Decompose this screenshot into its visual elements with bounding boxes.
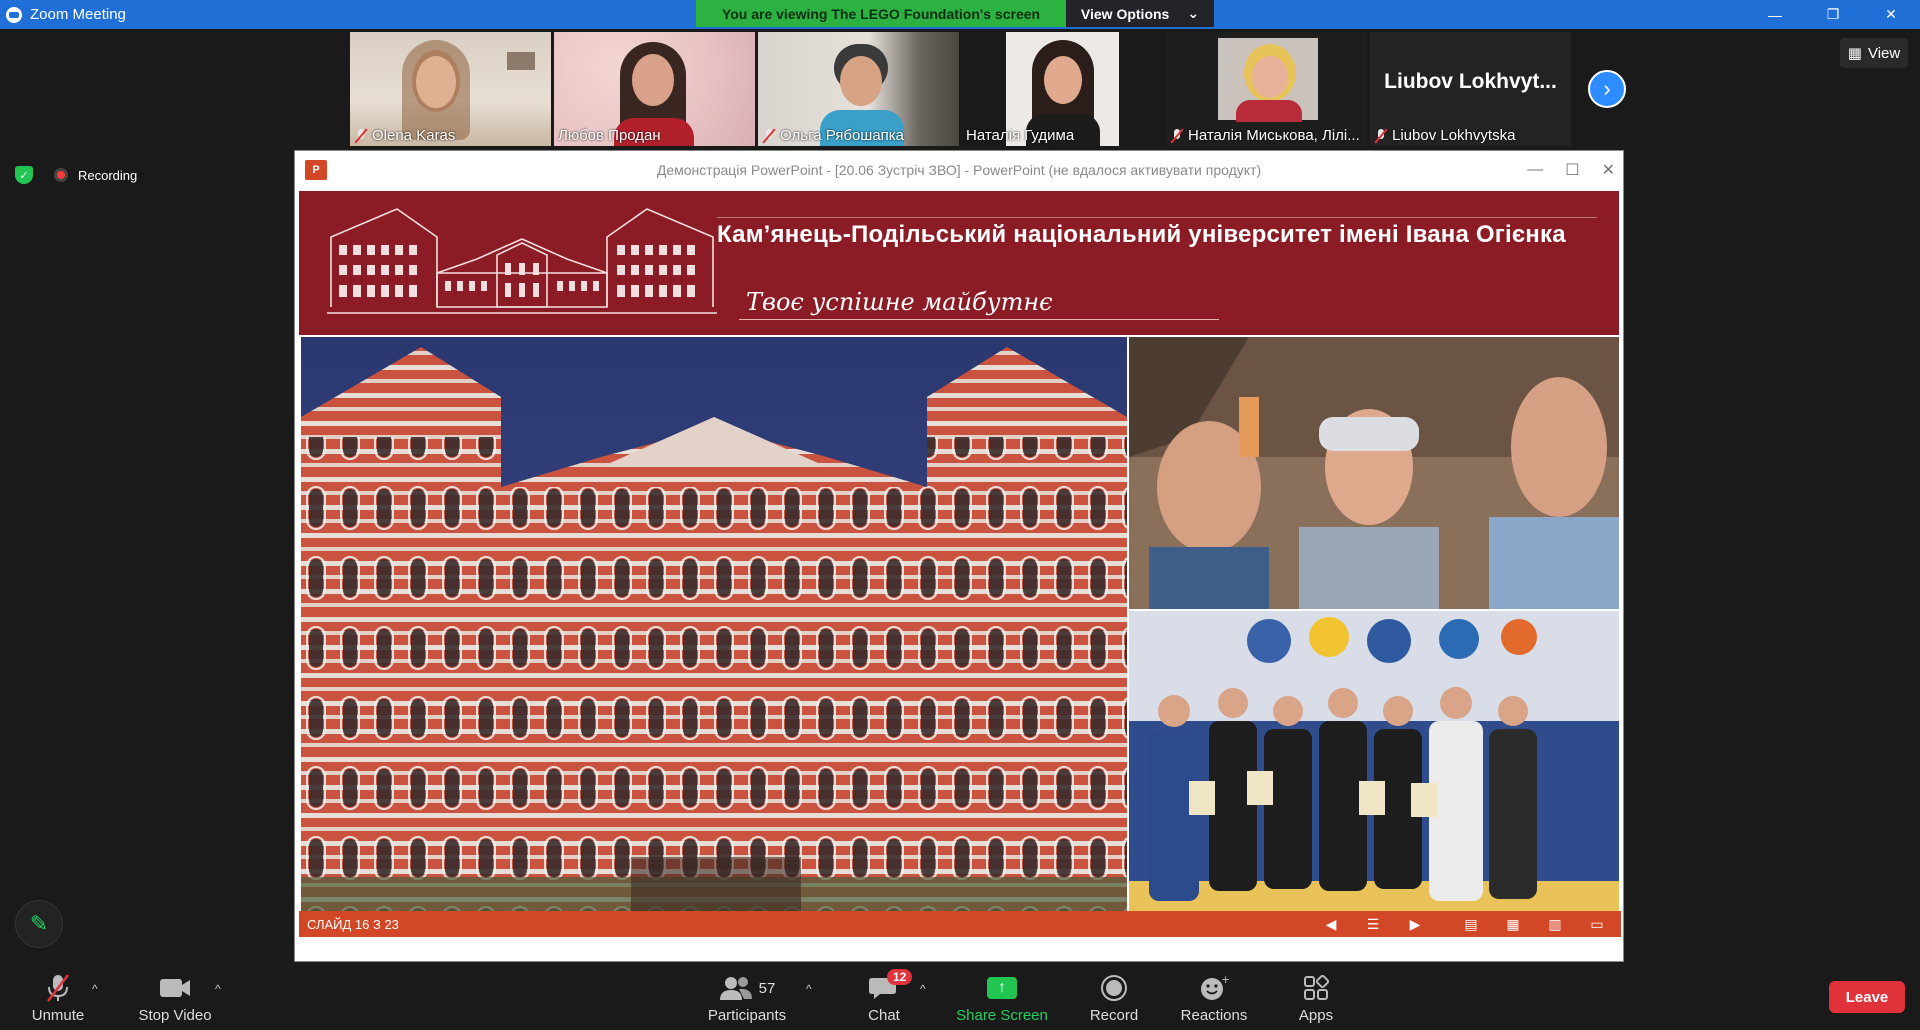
students-sports-award-photo: [1129, 611, 1619, 933]
shared-window-title-bar: P Демонстрація PowerPoint - [20.06 Зустр…: [295, 151, 1623, 189]
meeting-toolbar: Unmute ^ Stop Video ^ 57 Participants ^ …: [0, 960, 1920, 1030]
pencil-icon: ✎: [29, 911, 49, 936]
participant-name-label: Liubov Lokhvytska: [1374, 127, 1515, 144]
muted-mic-icon: [354, 128, 368, 144]
window-title-bar: Zoom Meeting You are viewing The LEGO Fo…: [0, 0, 1920, 29]
slide-show-controls: ◀ ☰ ▶ ▤ ▦ ▥ ▭: [1321, 911, 1607, 937]
viewing-banner: You are viewing The LEGO Foundation's sc…: [696, 0, 1214, 27]
chevron-down-icon: ⌄: [1187, 5, 1200, 21]
view-label: View: [1867, 44, 1901, 62]
video-tile[interactable]: Liubov Lokhvyt... Liubov Lokhvytska: [1370, 32, 1571, 146]
record-button[interactable]: Record: [1088, 960, 1140, 1030]
participant-name-label: Наталія Миськова, Лілі...: [1170, 127, 1360, 144]
reading-view-icon: ▥: [1548, 915, 1562, 932]
chat-options-caret[interactable]: ^: [920, 982, 926, 996]
participant-name-placeholder: Liubov Lokhvyt...: [1384, 70, 1557, 93]
close-button[interactable]: ✕: [1862, 0, 1920, 29]
shared-window-controls: — ☐ ✕: [1527, 151, 1615, 189]
slide-menu-icon: ☰: [1366, 915, 1380, 932]
apps-button[interactable]: Apps: [1296, 960, 1336, 1030]
window-controls: — ❐ ✕: [1746, 0, 1920, 29]
view-options-button[interactable]: View Options ⌄: [1066, 0, 1214, 27]
recording-indicator[interactable]: Recording: [54, 162, 137, 188]
audio-options-caret[interactable]: ^: [92, 982, 98, 996]
unmute-button[interactable]: Unmute: [28, 960, 88, 1030]
normal-view-icon: ▤: [1464, 915, 1478, 932]
presentation-slide: Кам’янець-Подільський національний уніве…: [297, 189, 1621, 937]
minimize-button[interactable]: —: [1746, 0, 1804, 29]
video-options-caret[interactable]: ^: [215, 982, 221, 996]
reactions-button[interactable]: + Reactions: [1180, 960, 1248, 1030]
smiley-add-icon: +: [1199, 971, 1229, 1005]
window-title: Zoom Meeting: [30, 6, 126, 23]
video-camera-icon: [158, 971, 192, 1005]
chat-button[interactable]: 12 Chat: [862, 960, 913, 1030]
restore-button[interactable]: ❐: [1804, 0, 1862, 29]
video-tile[interactable]: Olena Karas: [350, 32, 551, 146]
record-icon: [1100, 971, 1128, 1005]
participant-name-label: Наталія Гудима: [966, 127, 1075, 144]
muted-mic-icon: [1374, 128, 1388, 144]
participant-name-label: Любов Продан: [558, 127, 661, 144]
participant-profile-photo: [1218, 38, 1318, 122]
chevron-right-icon: ›: [1603, 76, 1611, 101]
participants-options-caret[interactable]: ^: [806, 982, 812, 996]
previous-slide-icon: ◀: [1325, 915, 1337, 932]
video-tile[interactable]: Наталія Миськова, Лілі...: [1166, 32, 1367, 146]
video-tile[interactable]: Любов Продан: [554, 32, 755, 146]
university-name: Кам’янець-Подільський національний уніве…: [717, 221, 1566, 248]
university-motto: Твоє успішне майбутнє: [746, 288, 1053, 316]
slide-sorter-icon: ▦: [1506, 915, 1520, 932]
record-dot-icon: [54, 168, 68, 182]
view-button[interactable]: ▦ View: [1840, 38, 1908, 68]
minimize-icon: —: [1527, 161, 1544, 178]
apps-grid-icon: [1303, 971, 1329, 1005]
participant-name-label: Ольга Рябошапка: [762, 127, 904, 144]
view-options-label: View Options: [1080, 5, 1170, 22]
recording-label: Recording: [78, 167, 138, 183]
participants-button[interactable]: 57 Participants: [704, 960, 790, 1030]
share-screen-icon: ↑: [987, 977, 1017, 999]
muted-mic-icon: [762, 128, 776, 144]
annotate-pencil-button[interactable]: ✎: [15, 900, 63, 948]
participant-name-label: Olena Karas: [354, 127, 455, 144]
slide-header-banner: Кам’янець-Подільський національний уніве…: [299, 191, 1619, 335]
video-tile[interactable]: Ольга Рябошапка: [758, 32, 959, 146]
muted-mic-icon: [1170, 128, 1184, 144]
participants-icon: 57: [719, 971, 776, 1005]
participant-gallery: Olena Karas Любов Продан Ольга Рябошапка: [350, 32, 1571, 146]
muted-microphone-icon: [44, 971, 72, 1005]
shared-screen-window: P Демонстрація PowerPoint - [20.06 Зустр…: [294, 150, 1624, 962]
slide-counter: СЛАЙД 16 З 23: [307, 916, 399, 932]
viewing-message: You are viewing The LEGO Foundation's sc…: [696, 0, 1066, 27]
video-tile-active-speaker[interactable]: Наталія Гудима: [962, 32, 1163, 146]
maximize-icon: ☐: [1565, 162, 1580, 179]
chat-bubble-icon: 12: [869, 969, 913, 1005]
university-building-photo: [301, 337, 1127, 933]
slideshow-icon: ▭: [1590, 915, 1604, 932]
participants-count: 57: [758, 979, 776, 997]
zoom-logo-icon: [6, 6, 22, 23]
students-selfie-photo: [1129, 337, 1619, 609]
share-screen-button[interactable]: ↑ Share Screen: [956, 960, 1048, 1030]
leave-button[interactable]: Leave: [1829, 981, 1905, 1013]
university-building-sketch: [327, 208, 717, 314]
next-slide-icon: ▶: [1409, 915, 1421, 932]
stop-video-button[interactable]: Stop Video: [132, 960, 218, 1030]
shield-icon[interactable]: ✓: [15, 166, 33, 184]
next-page-button[interactable]: ›: [1588, 70, 1626, 108]
close-icon: ✕: [1601, 162, 1615, 179]
slide-show-status-bar: СЛАЙД 16 З 23 ◀ ☰ ▶ ▤ ▦ ▥ ▭: [299, 911, 1621, 937]
chat-unread-badge: 12: [887, 969, 913, 985]
svg-text:+: +: [1221, 974, 1229, 986]
grid-icon: ▦: [1847, 45, 1862, 62]
shared-window-title: Демонстрація PowerPoint - [20.06 Зустріч…: [656, 162, 1262, 178]
